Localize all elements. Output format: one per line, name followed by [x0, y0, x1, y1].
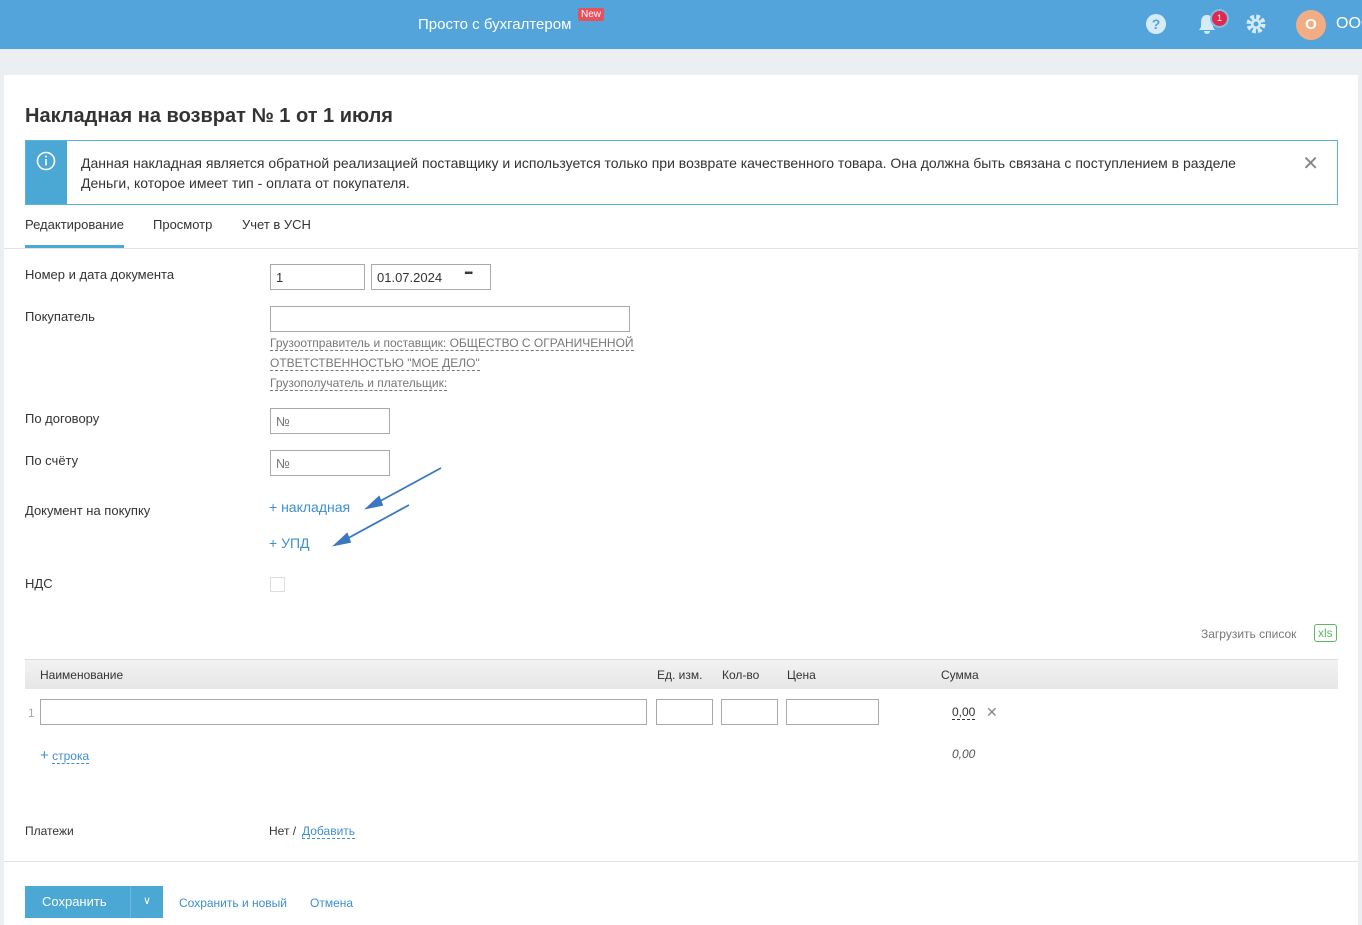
brand-link[interactable]: Просто с бухгалтером	[418, 16, 571, 33]
name-input[interactable]	[40, 699, 647, 725]
col-qty: Кол-во	[722, 668, 760, 682]
purchase-doc-label: Документ на покупку	[25, 503, 151, 518]
plus-icon: +	[40, 747, 49, 764]
doc-date-value: 01.07.2024	[377, 270, 443, 285]
add-upd-link[interactable]: + УПД	[269, 535, 310, 551]
tab-view[interactable]: Просмотр	[153, 217, 212, 248]
info-banner: Данная накладная является обратной реали…	[25, 140, 1338, 205]
notification-badge: 1	[1212, 11, 1227, 26]
add-payment-link[interactable]: Добавить	[302, 824, 356, 839]
col-unit: Ед. изм.	[657, 668, 703, 682]
payments-label: Платежи	[25, 824, 74, 838]
tab-edit[interactable]: Редактирование	[25, 217, 125, 248]
save-button[interactable]: Сохранить ∨	[25, 886, 163, 918]
doc-date-input[interactable]: 01.07.2024 ▪▪▪	[371, 264, 491, 290]
row-sum[interactable]: 0,00	[952, 705, 976, 720]
cancel-link[interactable]: Отмена	[310, 896, 353, 910]
calendar-icon[interactable]: ▪▪▪	[464, 268, 473, 279]
info-text: Данная накладная является обратной реали…	[81, 155, 1236, 191]
doc-label: Номер и дата документа	[25, 267, 175, 282]
payments-none: Нет /	[269, 824, 297, 838]
main-panel: Накладная на возврат № 1 от 1 июля Данна…	[4, 75, 1358, 925]
unit-input[interactable]	[656, 699, 713, 725]
annotation-arrows	[332, 467, 442, 547]
shipper-link-cont[interactable]: ОТВЕТСТВЕННОСТЬЮ "МОЕ ДЕЛО"	[270, 356, 480, 371]
qty-input[interactable]	[721, 699, 778, 725]
buyer-label: Покупатель	[25, 309, 95, 324]
help-icon[interactable]: ?	[1145, 13, 1167, 35]
close-icon[interactable]: ✕	[1302, 151, 1319, 176]
add-row-link[interactable]: + строка	[40, 747, 90, 764]
invoice-label: По счёту	[25, 453, 79, 468]
svg-text:?: ?	[1152, 16, 1161, 32]
divider	[4, 861, 1358, 862]
delete-row-icon[interactable]: ✕	[986, 704, 998, 721]
shipper-link[interactable]: Грузоотправитель и поставщик: ОБЩЕСТВО С…	[270, 336, 634, 351]
upload-list-label[interactable]: Загрузить список	[1201, 627, 1296, 641]
consignee-link[interactable]: Грузополучатель и плательщик:	[270, 376, 448, 391]
tabs: Редактирование Просмотр Учет в УСН	[4, 215, 1358, 249]
contract-input[interactable]	[270, 408, 390, 434]
table-header: Наименование Ед. изм. Кол-во Цена Сумма	[25, 659, 1338, 689]
buyer-input[interactable]	[270, 306, 630, 332]
col-name: Наименование	[40, 668, 124, 682]
save-new-link[interactable]: Сохранить и новый	[179, 896, 287, 910]
col-sum: Сумма	[941, 668, 979, 682]
doc-number-input[interactable]: 1	[270, 264, 365, 290]
new-badge: New	[578, 8, 605, 21]
vat-label: НДС	[25, 576, 53, 591]
row-number: 1	[28, 706, 35, 720]
price-input[interactable]	[786, 699, 879, 725]
add-row-label: строка	[52, 749, 90, 764]
info-icon	[26, 141, 67, 204]
top-bar: Просто с бухгалтером New ? 1 О ООО	[0, 0, 1362, 49]
col-price: Цена	[787, 668, 816, 682]
gear-icon[interactable]	[1245, 13, 1267, 35]
total-sum: 0,00	[952, 747, 976, 761]
page-title: Накладная на возврат № 1 от 1 июля	[25, 105, 393, 127]
contract-label: По договору	[25, 411, 100, 426]
xls-button[interactable]: xls	[1314, 624, 1337, 642]
org-name[interactable]: ООО	[1336, 15, 1362, 33]
tab-usn[interactable]: Учет в УСН	[242, 217, 311, 248]
avatar[interactable]: О	[1296, 10, 1326, 40]
save-label: Сохранить	[42, 894, 107, 909]
vat-checkbox[interactable]	[270, 577, 285, 592]
chevron-down-icon[interactable]: ∨	[130, 886, 163, 918]
